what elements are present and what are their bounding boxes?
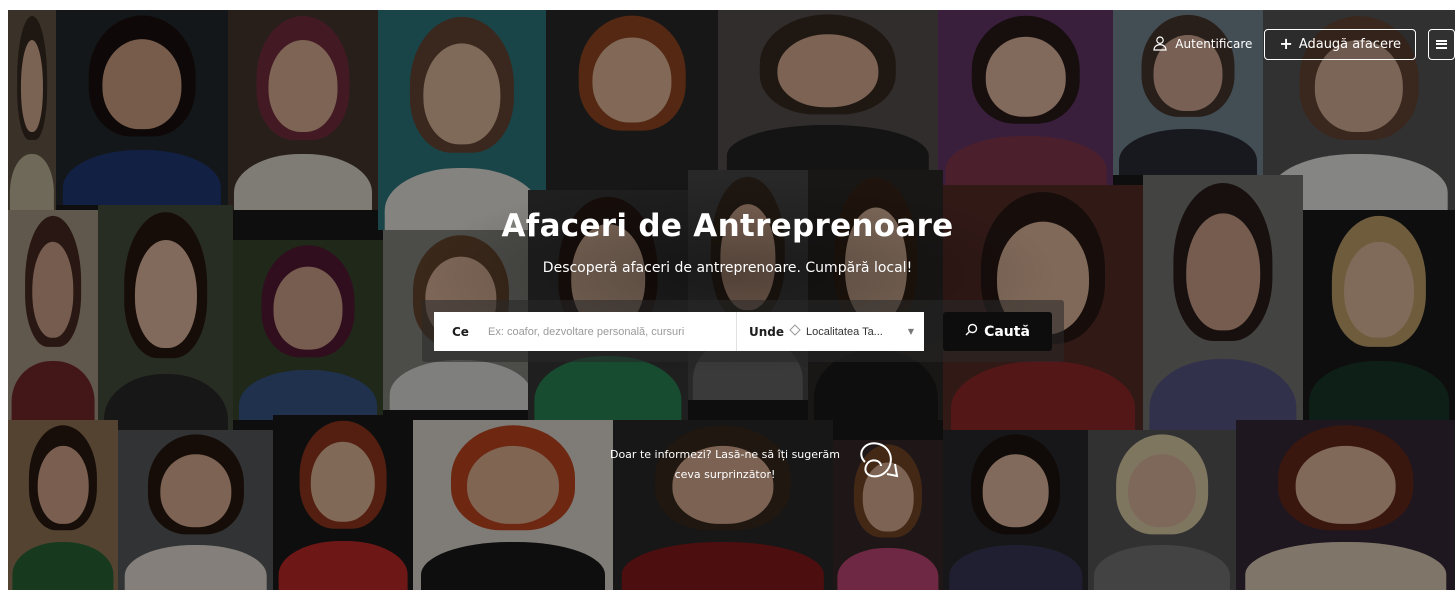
page-subtitle: Descoperă afaceri de antreprenoare. Cump… xyxy=(542,260,913,276)
surprise-line-2: ceva surprinzător! xyxy=(674,468,776,481)
surprise-line-1: Doar te informezi? Lasă-ne să îți sugeră… xyxy=(609,448,840,461)
login-label: Autentificare xyxy=(1175,37,1253,51)
search-bar: Ce Unde Localitatea Ta... ▼ xyxy=(434,312,924,351)
location-diamond-icon xyxy=(789,324,801,339)
menu-button[interactable] xyxy=(1428,28,1455,60)
page-title: Afaceri de Antreprenoare xyxy=(501,208,954,244)
surprise-hint[interactable]: Doar te informezi? Lasă-ne să îți sugeră… xyxy=(590,445,860,485)
login-link[interactable]: Autentificare xyxy=(1152,35,1252,54)
top-navigation: Autentificare + Adaugă afacere xyxy=(1152,28,1455,60)
location-select[interactable]: Localitatea Ta... xyxy=(789,324,908,339)
what-label: Ce xyxy=(452,324,469,339)
search-button[interactable]: Caută xyxy=(943,312,1052,351)
user-icon xyxy=(1152,35,1168,54)
location-value: Localitatea Ta... xyxy=(806,325,883,338)
search-icon xyxy=(965,323,978,340)
search-button-label: Caută xyxy=(984,323,1030,340)
add-business-button[interactable]: + Adaugă afacere xyxy=(1264,28,1416,60)
where-label: Unde xyxy=(749,324,785,339)
swirl-arrow-icon[interactable] xyxy=(845,434,907,486)
what-search-input[interactable] xyxy=(474,312,736,351)
add-business-label: Adaugă afacere xyxy=(1298,36,1401,52)
hamburger-menu-icon xyxy=(1436,39,1447,49)
chevron-down-icon: ▼ xyxy=(907,327,914,336)
plus-icon: + xyxy=(1279,34,1293,53)
